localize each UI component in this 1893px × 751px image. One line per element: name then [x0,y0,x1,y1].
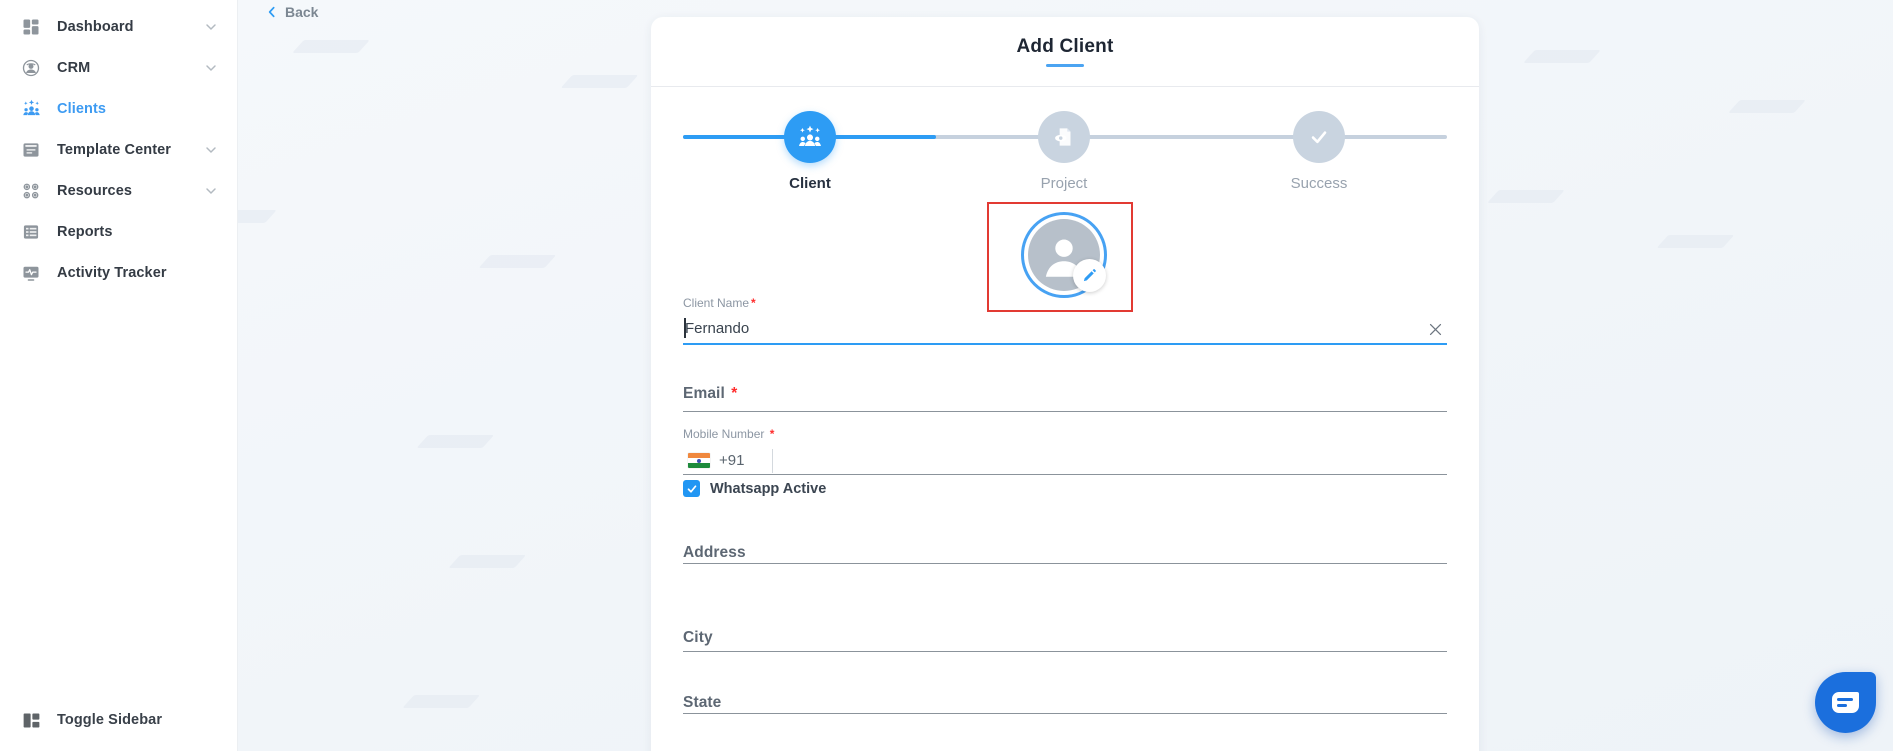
toggle-sidebar-icon [20,709,42,731]
india-flag-icon[interactable] [688,453,710,468]
clear-input-button[interactable] [1425,319,1445,339]
sidebar-item-label: CRM [57,59,91,76]
mobile-number-field: +91 [683,447,1447,474]
chat-widget-button[interactable] [1815,672,1876,733]
whatsapp-label: Whatsapp Active [710,480,827,497]
state-field[interactable] [683,679,1447,723]
email-underline [683,411,1447,412]
sidebar-item-label: Dashboard [57,18,134,35]
step-label-success: Success [1290,175,1348,192]
state-underline [683,713,1447,714]
pencil-icon [1083,269,1096,282]
sidebar-item-crm[interactable]: CRM [0,47,237,88]
step-success-circle[interactable] [1293,111,1345,163]
resources-icon [20,180,42,202]
sidebar-item-label: Clients [57,100,107,117]
check-icon [1311,131,1327,144]
main-content: Back Add Client Client Project Success C… [238,0,1893,751]
address-underline [683,563,1447,564]
client-name-field [683,313,1447,345]
sidebar-item-resources[interactable]: Resources [0,170,237,211]
chevron-down-icon [203,60,219,76]
back-label: Back [285,4,319,20]
step-label-project: Project [1040,175,1088,192]
country-code[interactable]: +91 [719,452,744,469]
sidebar-item-dashboard[interactable]: Dashboard [0,6,237,47]
clients-step-icon [799,125,821,146]
text-cursor [684,318,686,338]
template-center-icon [20,139,42,161]
back-button[interactable]: Back [264,1,318,23]
clients-icon [20,98,42,120]
sidebar-item-label: Reports [57,223,113,240]
step-client-circle[interactable] [784,111,836,163]
page-title: Add Client [1016,36,1114,57]
email-field[interactable] [683,377,1447,421]
whatsapp-active-row: Whatsapp Active [683,480,826,497]
title-underline [1046,64,1084,67]
chevron-left-icon [268,6,275,18]
chat-bubble-icon [1832,692,1859,713]
chevron-down-icon [203,142,219,158]
avatar-edit-button[interactable] [1073,259,1106,292]
client-name-input[interactable] [683,313,1403,343]
required-asterisk: * [751,296,756,310]
required-asterisk: * [769,427,775,441]
sidebar-item-label: Activity Tracker [57,264,167,281]
city-underline [683,651,1447,652]
mobile-number-input[interactable] [773,447,1447,474]
sidebar-item-template-center[interactable]: Template Center [0,129,237,170]
background-watermark [292,40,370,53]
sidebar-item-label: Template Center [57,141,172,158]
close-icon [1429,323,1441,335]
sidebar-item-label: Resources [57,182,133,199]
reports-icon [20,221,42,243]
mobile-number-label: Mobile Number * [683,427,775,441]
step-label-client: Client [789,175,831,192]
sidebar-item-reports[interactable]: Reports [0,211,237,252]
client-name-label: Client Name * [683,296,756,310]
toggle-sidebar-label: Toggle Sidebar [57,712,163,728]
add-client-card: Add Client Client Project Success Client… [651,17,1479,751]
chevron-down-icon [203,19,219,35]
step-project-circle[interactable] [1038,111,1090,163]
sidebar: Dashboard CRM Clients Template Center Re… [0,0,238,751]
address-field[interactable] [683,529,1447,573]
dashboard-icon [20,16,42,38]
mobile-underline [683,474,1447,475]
whatsapp-checkbox[interactable] [683,480,700,497]
toggle-sidebar-button[interactable]: Toggle Sidebar [0,699,237,741]
city-field[interactable] [683,617,1447,661]
activity-tracker-icon [20,262,42,284]
card-header: Add Client [651,17,1479,87]
chevron-down-icon [203,183,219,199]
check-icon [687,484,696,493]
sidebar-item-clients[interactable]: Clients [0,88,237,129]
crm-icon [20,57,42,79]
project-step-icon [1055,128,1071,146]
sidebar-item-activity-tracker[interactable]: Activity Tracker [0,252,237,293]
